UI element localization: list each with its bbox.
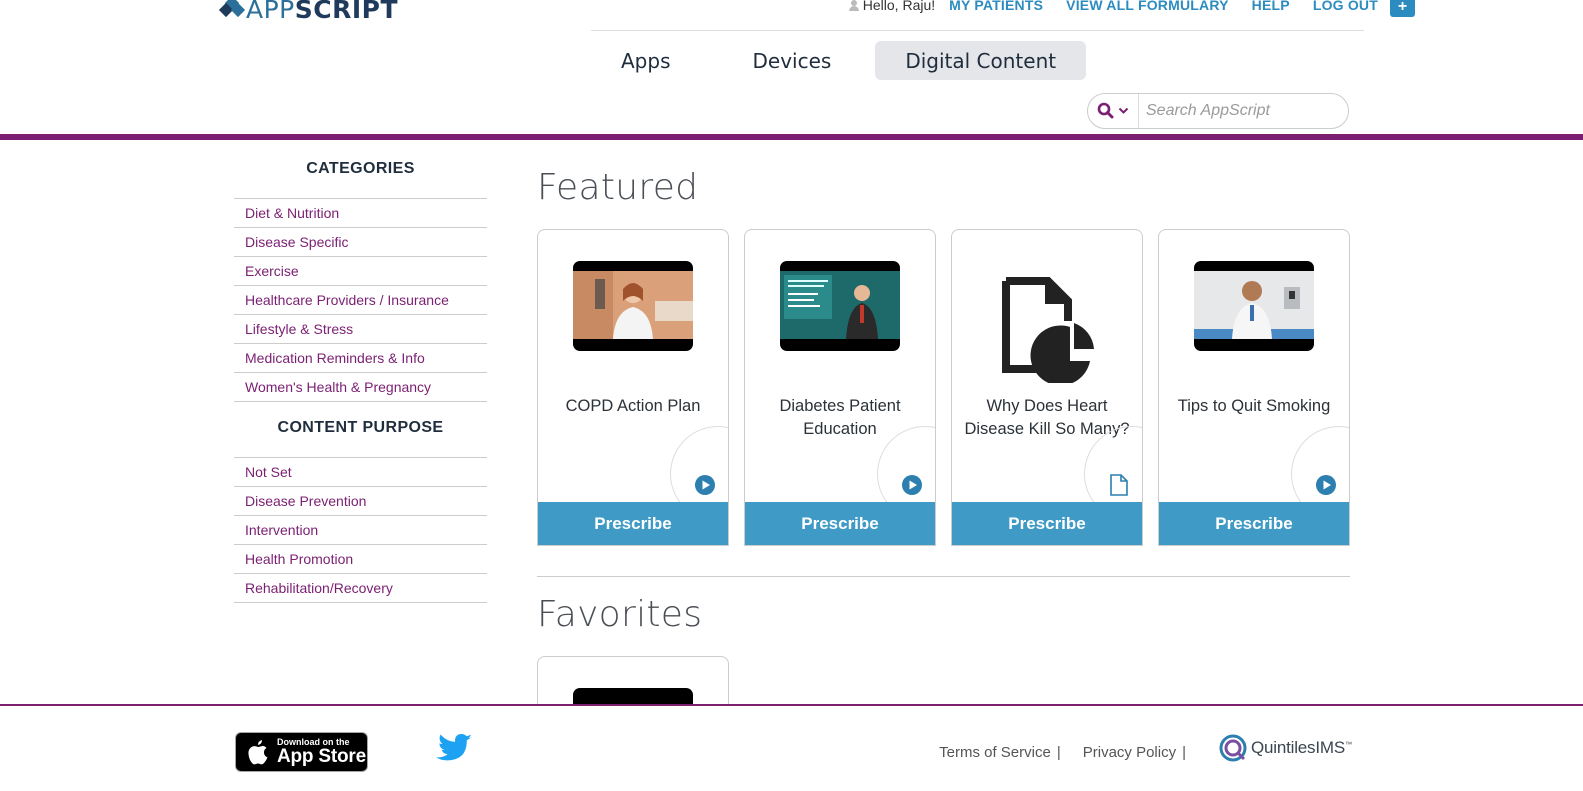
prescribe-button[interactable]: Prescribe: [1159, 502, 1349, 545]
search-input[interactable]: [1139, 102, 1344, 120]
video-thumbnail: [573, 261, 693, 351]
search-scope-button[interactable]: [1088, 94, 1139, 128]
card-title: Tips to Quit Smoking: [1177, 397, 1331, 415]
card-title: COPD Action Plan: [565, 397, 701, 415]
search-bar: [1087, 93, 1349, 129]
top-navigation: Hello, Raju! MY PATIENTS VIEW ALL FORMUL…: [848, 0, 1415, 17]
content-card[interactable]: Tips to Quit Smoking Prescribe: [1158, 229, 1350, 546]
logo-text: APPSCRIPT: [246, 0, 399, 24]
document-icon: [1110, 474, 1128, 496]
category-item[interactable]: Lifestyle & Stress: [234, 315, 487, 344]
purpose-item[interactable]: Rehabilitation/Recovery: [234, 574, 487, 603]
quintilesims-mark-icon: [1219, 734, 1247, 762]
content-purpose-list: Not Set Disease Prevention Intervention …: [234, 457, 487, 603]
prescribe-button[interactable]: Prescribe: [952, 502, 1142, 545]
quintilesims-text: QuintilesIMS™: [1251, 738, 1352, 757]
category-item[interactable]: Disease Specific: [234, 228, 487, 257]
purpose-item[interactable]: Health Promotion: [234, 545, 487, 574]
featured-heading: Featured: [537, 167, 699, 208]
main-tabs: Apps Devices Digital Content: [591, 41, 1087, 80]
prescribe-button[interactable]: Prescribe: [538, 502, 728, 545]
terms-of-service-link[interactable]: Terms of Service: [939, 744, 1051, 761]
tab-digital-content[interactable]: Digital Content: [875, 41, 1087, 80]
featured-cards: COPD Action Plan Prescribe Diabetes Pati: [537, 229, 1350, 546]
user-icon: [848, 0, 859, 11]
apple-icon: [248, 740, 268, 765]
tab-apps[interactable]: Apps: [591, 41, 701, 80]
category-item[interactable]: Women's Health & Pregnancy: [234, 373, 487, 402]
app-store-big-text: App Store: [277, 746, 366, 767]
content-card[interactable]: COPD Action Plan Prescribe: [537, 229, 729, 546]
privacy-policy-link[interactable]: Privacy Policy: [1083, 744, 1176, 761]
video-thumbnail: [1194, 261, 1314, 351]
greeting-text: Hello, Raju!: [862, 0, 936, 13]
video-play-icon: [1316, 475, 1336, 495]
categories-list: Diet & Nutrition Disease Specific Exerci…: [234, 198, 487, 402]
video-play-icon: [902, 475, 922, 495]
separator: |: [1056, 744, 1061, 761]
search-icon: [1097, 102, 1114, 119]
appscript-logo[interactable]: APPSCRIPT: [218, 0, 399, 24]
legal-links: Terms of Service | Privacy Policy |: [939, 744, 1186, 761]
category-item[interactable]: Medication Reminders & Info: [234, 344, 487, 373]
twitter-icon[interactable]: [435, 732, 473, 766]
separator: |: [1182, 744, 1186, 761]
purpose-item[interactable]: Not Set: [234, 458, 487, 487]
content-card[interactable]: Why Does Heart Disease Kill So Many? Pre…: [951, 229, 1143, 546]
header-accent-bar: [0, 134, 1583, 140]
categories-heading: CATEGORIES: [306, 160, 415, 177]
prescribe-button[interactable]: Prescribe: [745, 502, 935, 545]
sidebar: CATEGORIES Diet & Nutrition Disease Spec…: [234, 158, 487, 603]
document-chart-icon: [1002, 277, 1094, 383]
help-link[interactable]: HELP: [1252, 0, 1290, 13]
purpose-item[interactable]: Disease Prevention: [234, 487, 487, 516]
add-plus-icon[interactable]: +: [1390, 0, 1415, 17]
tab-devices[interactable]: Devices: [723, 41, 862, 80]
quintilesims-logo[interactable]: QuintilesIMS™: [1218, 733, 1352, 763]
chevron-down-icon: [1118, 107, 1129, 114]
content-card[interactable]: Diabetes Patient Education Prescribe: [744, 229, 936, 546]
video-play-icon: [695, 475, 715, 495]
my-patients-link[interactable]: MY PATIENTS: [949, 0, 1043, 13]
favorites-heading: Favorites: [537, 594, 703, 635]
category-item[interactable]: Healthcare Providers / Insurance: [234, 286, 487, 315]
log-out-link[interactable]: LOG OUT: [1313, 0, 1378, 13]
section-divider: [537, 576, 1350, 577]
app-store-badge[interactable]: Download on the App Store: [235, 732, 368, 772]
user-greeting: Hello, Raju!: [848, 0, 936, 13]
category-item[interactable]: Diet & Nutrition: [234, 199, 487, 228]
purpose-item[interactable]: Intervention: [234, 516, 487, 545]
header-divider: [591, 30, 1364, 31]
footer: Download on the App Store Terms of Servi…: [0, 704, 1583, 791]
content-purpose-heading: CONTENT PURPOSE: [277, 419, 444, 436]
logo-mark-icon: [218, 0, 246, 21]
category-item[interactable]: Exercise: [234, 257, 487, 286]
view-all-formulary-link[interactable]: VIEW ALL FORMULARY: [1066, 0, 1229, 13]
video-thumbnail: [780, 261, 900, 351]
